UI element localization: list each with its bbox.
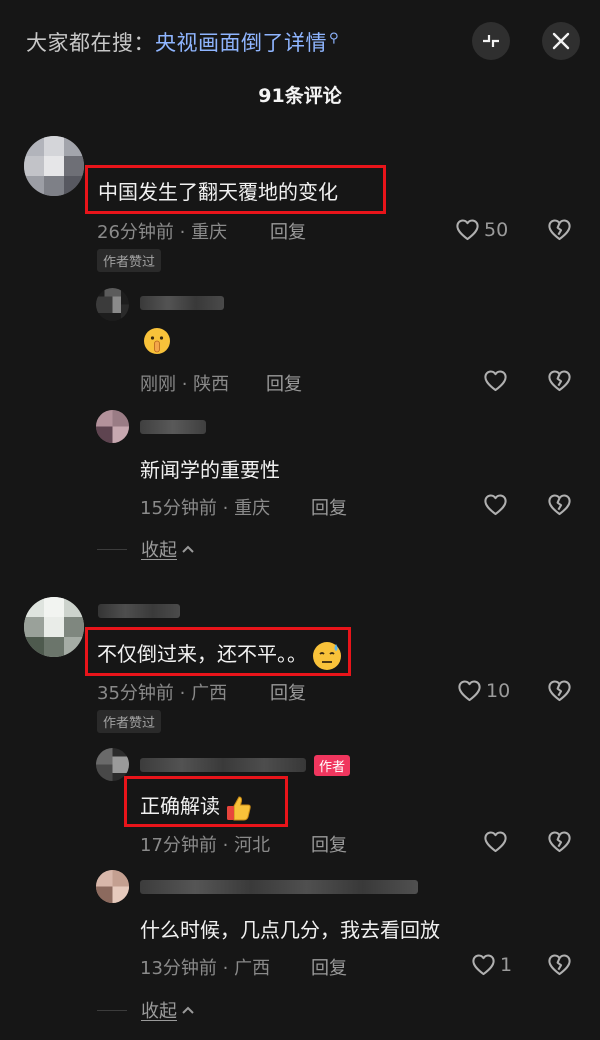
reply-button[interactable]: 回复 [266, 370, 302, 396]
dislike-button[interactable] [546, 491, 573, 522]
comment-meta: 17分钟前 · 河北 [140, 835, 271, 856]
divider [97, 1009, 127, 1011]
avatar[interactable] [24, 136, 84, 196]
broken-heart-icon [546, 216, 573, 243]
username-blurred[interactable] [140, 296, 224, 310]
comment-count: 91条评论 [258, 85, 342, 107]
highlight-box [85, 627, 351, 676]
collapse-label: 收起 [141, 1001, 177, 1022]
author-tag: 作者 [314, 755, 351, 776]
like-button[interactable]: 1 [470, 951, 512, 978]
reply-button[interactable]: 回复 [270, 218, 306, 244]
close-icon [552, 32, 570, 50]
shrink-button[interactable] [472, 22, 510, 60]
broken-heart-icon [546, 828, 573, 855]
shrink-icon [483, 35, 499, 47]
collapse-replies[interactable]: 收起 [97, 536, 195, 562]
collapse-label: 收起 [141, 540, 177, 561]
heart-icon [482, 828, 509, 855]
chevron-up-icon [182, 545, 194, 553]
highlight-box [85, 165, 386, 214]
comment-meta: 35分钟前 · 广西 [97, 683, 228, 704]
comment-meta: 26分钟前 · 重庆 [97, 222, 228, 243]
username-blurred[interactable] [140, 758, 306, 772]
highlight-box [124, 776, 288, 827]
dislike-button[interactable] [546, 367, 573, 398]
trending-search-prefix: 大家都在搜： [26, 31, 155, 55]
search-icon: ⚲ [329, 31, 340, 46]
comment-meta: 刚刚 · 陕西 [140, 374, 230, 395]
avatar[interactable] [96, 410, 129, 443]
collapse-replies[interactable]: 收起 [97, 997, 195, 1023]
like-button[interactable] [482, 491, 509, 518]
dislike-button[interactable] [546, 828, 573, 859]
avatar[interactable] [96, 870, 129, 903]
reply-button[interactable]: 回复 [311, 494, 347, 520]
heart-icon [456, 677, 483, 704]
dislike-button[interactable] [546, 951, 573, 982]
trending-search[interactable]: 大家都在搜：央视画面倒了详情 ⚲ [26, 27, 339, 57]
dislike-button[interactable] [546, 677, 573, 708]
divider [97, 548, 127, 550]
like-count: 50 [484, 218, 509, 241]
like-button[interactable]: 50 [454, 216, 508, 243]
username-blurred[interactable] [140, 420, 206, 434]
avatar[interactable] [24, 597, 84, 657]
broken-heart-icon [546, 951, 573, 978]
dislike-button[interactable] [546, 216, 573, 247]
heart-icon [470, 951, 497, 978]
shushing-face-emoji [142, 326, 172, 360]
like-count: 10 [486, 679, 511, 702]
like-button[interactable] [482, 367, 509, 394]
like-button[interactable]: 10 [456, 677, 510, 704]
broken-heart-icon [546, 677, 573, 704]
top-bar: 大家都在搜：央视画面倒了详情 ⚲ [0, 0, 600, 84]
broken-heart-icon [546, 491, 573, 518]
comment-meta: 13分钟前 · 广西 [140, 958, 271, 979]
chevron-up-icon [182, 1006, 194, 1014]
reply-button[interactable]: 回复 [270, 679, 306, 705]
author-liked-badge: 作者赞过 [97, 249, 162, 272]
author-liked-badge: 作者赞过 [97, 710, 162, 733]
comment-text: 什么时候，几点几分，我去看回放 [140, 918, 440, 942]
heart-icon [482, 491, 509, 518]
broken-heart-icon [546, 367, 573, 394]
heart-icon [454, 216, 481, 243]
comment-meta: 15分钟前 · 重庆 [140, 498, 271, 519]
like-count: 1 [500, 953, 513, 976]
trending-search-query[interactable]: 央视画面倒了详情 [155, 31, 327, 55]
like-button[interactable] [482, 828, 509, 855]
reply-button[interactable]: 回复 [311, 954, 347, 980]
reply-button[interactable]: 回复 [311, 831, 347, 857]
username-blurred[interactable] [98, 604, 180, 618]
heart-icon [482, 367, 509, 394]
avatar[interactable] [96, 288, 129, 321]
comment-text: 新闻学的重要性 [140, 458, 280, 482]
close-button[interactable] [542, 22, 580, 60]
username-blurred[interactable] [140, 880, 418, 894]
